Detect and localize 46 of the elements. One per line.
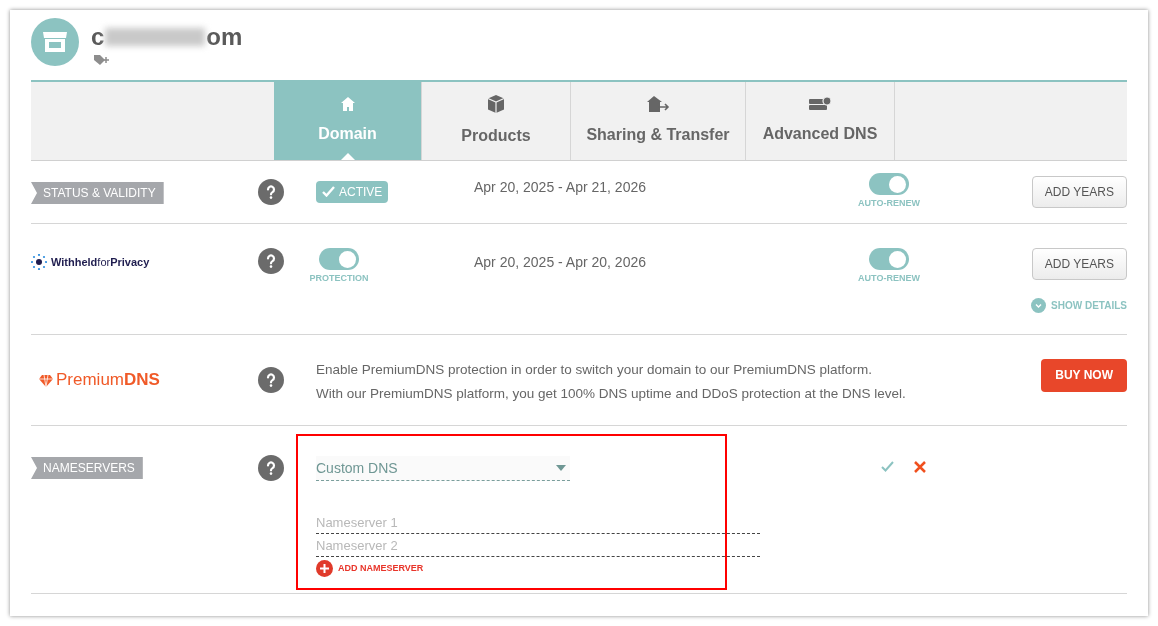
chevron-down-icon bbox=[1031, 298, 1047, 313]
caret-icon bbox=[556, 465, 566, 471]
section-label: NAMESERVERS bbox=[31, 457, 143, 479]
toggle-label: PROTECTION bbox=[309, 272, 369, 285]
date-range: Apr 20, 2025 - Apr 20, 2026 bbox=[474, 253, 647, 272]
dns-select[interactable]: Custom DNS bbox=[316, 456, 570, 481]
domain-name-start: c bbox=[91, 22, 105, 52]
nameserver-field[interactable]: Nameserver 1 bbox=[316, 511, 760, 534]
tab[interactable]: Sharing & Transfer bbox=[571, 82, 746, 160]
server-gear-icon bbox=[808, 96, 832, 112]
check-icon bbox=[322, 186, 335, 197]
help-icon[interactable] bbox=[258, 179, 284, 205]
add-years-button[interactable]: ADD YEARS bbox=[1031, 176, 1127, 208]
add-years-button[interactable]: ADD YEARS bbox=[1031, 248, 1127, 280]
help-icon[interactable] bbox=[258, 367, 284, 393]
privacy-logo-icon bbox=[31, 254, 47, 271]
check-icon[interactable] bbox=[881, 461, 894, 472]
tab[interactable]: Advanced DNS bbox=[746, 82, 895, 160]
toggle-label: AUTO-RENEW bbox=[858, 272, 920, 285]
add-nameserver-button[interactable]: ADD NAMESERVER bbox=[316, 560, 725, 577]
status-badge: ACTIVE bbox=[316, 180, 389, 203]
toggle-switch[interactable] bbox=[869, 248, 909, 270]
house-arrow-icon bbox=[646, 95, 670, 113]
home-icon bbox=[339, 96, 356, 112]
privacy-logo: WithheldforPrivacy bbox=[51, 255, 150, 270]
nameserver-field[interactable]: Nameserver 2 bbox=[316, 534, 760, 557]
description-text: With our PremiumDNS platform, you get 100% DNS uptime and DDoS protection at the DNS level. bbox=[316, 385, 907, 403]
help-icon[interactable] bbox=[258, 248, 284, 274]
store-avatar-icon bbox=[31, 18, 79, 66]
gem-icon bbox=[39, 373, 53, 387]
plus-circle-icon bbox=[316, 560, 333, 577]
toggle-switch[interactable] bbox=[869, 173, 909, 196]
description-text: Enable PremiumDNS protection in order to switch your domain to our PremiumDNS platform. bbox=[316, 360, 873, 379]
close-icon[interactable] bbox=[914, 461, 926, 473]
date-range: Apr 20, 2025 - Apr 21, 2026 bbox=[474, 177, 647, 197]
box-icon bbox=[486, 94, 506, 114]
domain-name-end: om bbox=[206, 22, 243, 52]
tab-pointer bbox=[340, 153, 355, 160]
help-icon[interactable] bbox=[258, 455, 284, 481]
toggle-label: AUTO-RENEW bbox=[858, 197, 920, 211]
tag-plus-icon[interactable] bbox=[93, 54, 110, 67]
premium-dns-logo: PremiumDNS bbox=[56, 369, 160, 392]
tab[interactable]: Products bbox=[422, 82, 571, 160]
buy-now-button[interactable]: BUY NOW bbox=[1041, 358, 1127, 392]
toggle-switch[interactable] bbox=[319, 248, 359, 270]
section-label: STATUS & VALIDITY bbox=[31, 182, 164, 204]
